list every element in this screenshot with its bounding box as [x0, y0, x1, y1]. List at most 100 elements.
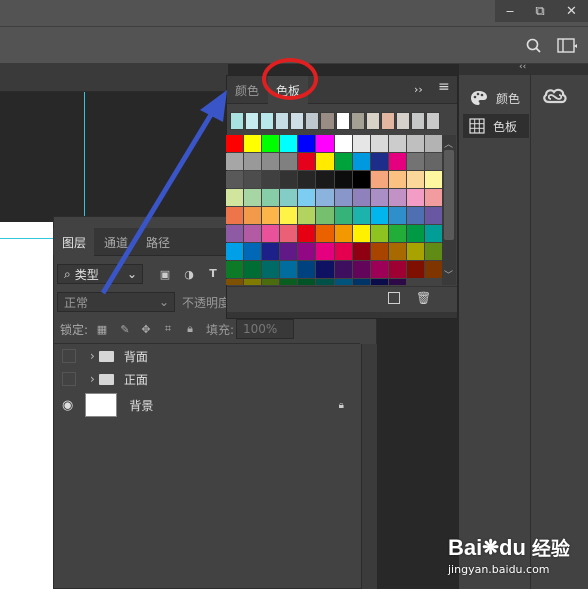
creative-cloud-button[interactable]	[541, 86, 569, 108]
color-swatch[interactable]	[370, 189, 388, 206]
color-swatch[interactable]	[370, 207, 388, 224]
swatches-scroll-thumb[interactable]	[444, 150, 454, 240]
tab-layers[interactable]: 图层	[54, 228, 94, 256]
dock-item-color[interactable]: 颜色	[470, 88, 520, 108]
lock-artboard-icon[interactable]: ⌗	[162, 322, 174, 335]
lock-position-icon[interactable]: ✥	[140, 323, 152, 336]
color-swatch[interactable]	[334, 135, 352, 152]
color-swatch[interactable]	[316, 243, 334, 260]
recent-swatch[interactable]	[410, 112, 426, 130]
visibility-toggle[interactable]	[62, 349, 76, 363]
color-swatch[interactable]	[388, 171, 406, 188]
color-swatch[interactable]	[424, 153, 442, 170]
color-swatch[interactable]	[370, 243, 388, 260]
color-swatch[interactable]	[424, 225, 442, 242]
close-button[interactable]: ✕	[555, 0, 588, 22]
chevron-right-icon[interactable]: ›	[90, 372, 95, 386]
color-swatch[interactable]	[298, 171, 316, 188]
color-swatch[interactable]	[244, 171, 262, 188]
color-swatch[interactable]	[298, 243, 316, 260]
color-swatch[interactable]	[388, 243, 406, 260]
color-swatch[interactable]	[316, 171, 334, 188]
color-swatch[interactable]	[280, 171, 298, 188]
color-swatch[interactable]	[262, 243, 280, 260]
color-swatch[interactable]	[244, 279, 262, 285]
recent-swatch[interactable]	[380, 112, 395, 130]
chevron-right-icon[interactable]: ›	[90, 349, 95, 363]
layer-row-front[interactable]: › 正面	[54, 368, 360, 390]
color-swatch[interactable]	[262, 189, 280, 206]
color-swatch[interactable]	[298, 135, 316, 152]
layers-scrollbar[interactable]	[361, 344, 377, 589]
swatches-resize-bar[interactable]	[227, 312, 457, 318]
color-swatch[interactable]	[370, 153, 388, 170]
color-swatch[interactable]	[352, 207, 370, 224]
color-swatch[interactable]	[298, 189, 316, 206]
color-swatch[interactable]	[262, 261, 280, 278]
color-swatch[interactable]	[352, 153, 370, 170]
color-swatch[interactable]	[352, 261, 370, 278]
color-swatch[interactable]	[244, 243, 262, 260]
color-swatch[interactable]	[298, 153, 316, 170]
color-swatch[interactable]	[352, 171, 370, 188]
vertical-guide[interactable]	[84, 92, 85, 216]
color-swatch[interactable]	[262, 207, 280, 224]
color-swatch[interactable]	[424, 261, 442, 278]
color-swatch[interactable]	[280, 135, 298, 152]
color-swatch[interactable]	[370, 225, 388, 242]
fill-input[interactable]: 100%	[236, 319, 294, 339]
recent-swatch[interactable]	[335, 112, 350, 130]
visibility-toggle[interactable]	[62, 372, 76, 386]
color-swatch[interactable]	[388, 279, 406, 285]
color-swatch[interactable]	[406, 171, 424, 188]
color-swatch[interactable]	[280, 153, 298, 170]
color-swatch[interactable]	[424, 189, 442, 206]
color-swatch[interactable]	[406, 207, 424, 224]
color-swatch[interactable]	[280, 207, 298, 224]
color-swatch[interactable]	[244, 135, 262, 152]
color-swatch[interactable]	[316, 225, 334, 242]
recent-swatch[interactable]	[275, 112, 290, 130]
color-swatch[interactable]	[424, 243, 442, 260]
dock-item-swatches[interactable]: 色板	[463, 114, 529, 138]
color-swatch[interactable]	[334, 171, 352, 188]
color-swatch[interactable]	[262, 171, 280, 188]
eye-icon[interactable]: ◉	[62, 398, 73, 413]
color-swatch[interactable]	[388, 153, 406, 170]
color-swatch[interactable]	[244, 207, 262, 224]
color-swatch[interactable]	[244, 153, 262, 170]
new-swatch-icon[interactable]	[388, 292, 400, 304]
layer-row-background[interactable]: ◉ 背景 🔒︎	[54, 391, 360, 419]
color-swatch[interactable]	[424, 135, 442, 152]
color-swatch[interactable]	[316, 261, 334, 278]
color-swatch[interactable]	[244, 261, 262, 278]
color-swatch[interactable]	[334, 261, 352, 278]
restore-button[interactable]: ⧉	[525, 0, 555, 22]
scroll-down-icon[interactable]: ﹀	[444, 268, 453, 281]
color-swatch[interactable]	[352, 135, 370, 152]
color-swatch[interactable]	[262, 135, 280, 152]
color-swatch[interactable]	[316, 135, 334, 152]
color-swatch[interactable]	[298, 279, 316, 285]
color-swatch[interactable]	[244, 189, 262, 206]
color-swatch[interactable]	[388, 189, 406, 206]
recent-swatch[interactable]	[290, 112, 305, 130]
color-swatch[interactable]	[334, 153, 352, 170]
recent-swatch[interactable]	[395, 112, 410, 130]
color-swatch[interactable]	[424, 207, 442, 224]
lock-all-icon[interactable]: 🔒︎	[184, 322, 196, 335]
recent-swatch[interactable]	[350, 112, 365, 130]
color-swatch[interactable]	[352, 189, 370, 206]
color-swatch[interactable]	[406, 243, 424, 260]
color-swatch[interactable]	[280, 261, 298, 278]
color-swatch[interactable]	[280, 189, 298, 206]
panel-menu-icon[interactable]: ≡	[438, 79, 450, 95]
recent-swatch[interactable]	[365, 112, 380, 130]
color-swatch[interactable]	[388, 207, 406, 224]
color-swatch[interactable]	[316, 189, 334, 206]
collapse-dock-icon[interactable]: ‹‹	[519, 62, 526, 72]
expand-panel-icon[interactable]: ››	[414, 83, 423, 96]
color-swatch[interactable]	[280, 225, 298, 242]
recent-swatch[interactable]	[260, 112, 275, 130]
lock-image-icon[interactable]: ✎	[119, 323, 131, 336]
